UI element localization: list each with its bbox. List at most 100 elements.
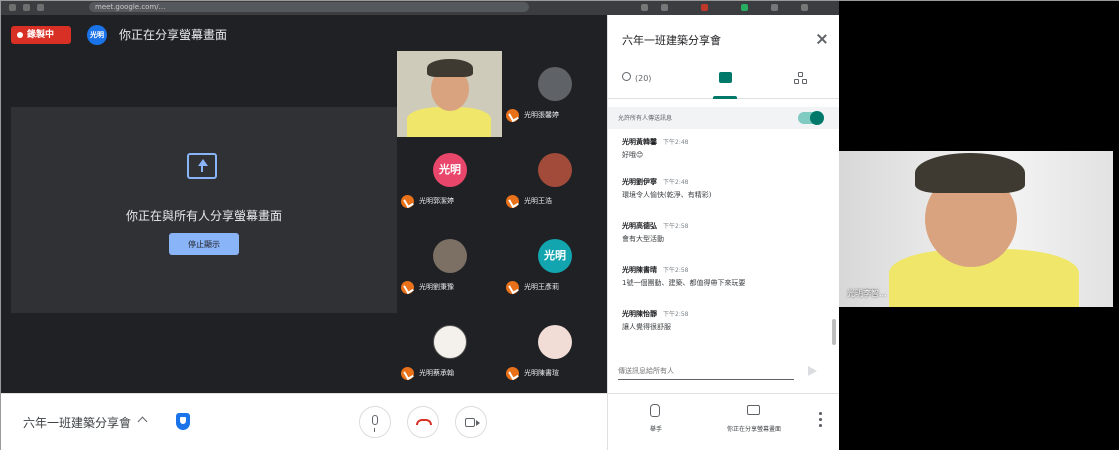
- active-tab-indicator: [713, 96, 737, 99]
- participant-avatar: [433, 325, 467, 359]
- forward-icon[interactable]: [23, 4, 30, 11]
- reload-icon[interactable]: [37, 4, 44, 11]
- chat-message: 光明劉伊寧 下午2:48 環境令人愉快(乾淨、有精彩): [622, 177, 822, 200]
- video-person: [915, 153, 1025, 193]
- raise-hand-button[interactable]: 舉手: [638, 404, 674, 444]
- side-panel-tabs: (20): [608, 63, 840, 99]
- menu-icon[interactable]: [801, 4, 808, 11]
- host-controls-shield-icon[interactable]: [176, 413, 190, 430]
- participant-name: 光明蔡承翰: [401, 365, 454, 381]
- camera-button[interactable]: [455, 406, 487, 438]
- message-sender: 光明高德弘: [622, 222, 657, 230]
- allow-messages-label: 允許所有人傳送訊息: [618, 115, 673, 122]
- tab-chat[interactable]: [685, 63, 762, 99]
- chat-icon: [719, 72, 732, 83]
- meeting-name[interactable]: 六年一班建築分享會: [23, 414, 131, 431]
- message-time: 下午2:58: [663, 267, 689, 274]
- chat-message-input[interactable]: [618, 362, 794, 380]
- mic-off-icon: [506, 367, 519, 380]
- participant-tile[interactable]: 光明 光明郭潔婷: [397, 137, 502, 223]
- address-bar[interactable]: meet.google.com/...: [89, 2, 529, 12]
- participant-avatar: 光明: [538, 239, 572, 273]
- participant-tile[interactable]: 光明張馨婷: [502, 51, 607, 137]
- more-options-icon[interactable]: [818, 412, 822, 428]
- chat-message: 光明陳書晴 下午2:58 1號一個團動、建築、都值得帶下來玩要: [622, 265, 822, 288]
- tab-people[interactable]: (20): [608, 63, 685, 99]
- mic-off-icon: [401, 195, 414, 208]
- message-time: 下午2:58: [663, 311, 689, 318]
- participant-name: 光明陳書瑄: [506, 365, 559, 381]
- present-screen-icon: [747, 405, 760, 415]
- camera-icon: [465, 418, 480, 427]
- chat-panel-title: 六年一班建築分享會: [622, 34, 721, 47]
- message-text: 讓人覺得很舒服: [622, 323, 671, 331]
- activities-icon: [794, 72, 808, 86]
- extension-icon[interactable]: [641, 4, 648, 11]
- extension-icon[interactable]: [741, 4, 748, 11]
- meet-stage: 錄製中 光明 你正在分享螢幕畫面 你正在與所有人分享螢幕畫面 停止顯示 光明張馨…: [1, 15, 607, 393]
- send-icon[interactable]: [808, 366, 817, 376]
- microphone-button[interactable]: [359, 406, 391, 438]
- participant-avatar: [538, 67, 572, 101]
- participant-avatar: [538, 153, 572, 187]
- present-now-button[interactable]: 你正在分享螢幕畫面: [704, 404, 804, 444]
- record-dot-icon: [17, 32, 23, 38]
- participant-grid: 光明張馨婷 光明 光明郭潔婷 光明王浩 光明劉秉豫 光明 光明王彥莉 光明蔡承翰…: [397, 51, 607, 393]
- message-sender: 光明陳書晴: [622, 266, 657, 274]
- participant-tile[interactable]: [397, 51, 502, 137]
- stop-presenting-button[interactable]: 停止顯示: [169, 233, 239, 255]
- participant-name: 光明王浩: [506, 193, 552, 209]
- people-icon: [622, 72, 631, 81]
- chat-message-list: 光明黃韓馨 下午2:48 好哦😊 光明劉伊寧 下午2:48 環境令人愉快(乾淨、有精…: [608, 133, 830, 355]
- participant-tile[interactable]: 光明王浩: [502, 137, 607, 223]
- meet-topbar: 錄製中 光明 你正在分享螢幕畫面: [1, 15, 607, 53]
- screen-share-panel: 你正在與所有人分享螢幕畫面 停止顯示: [11, 107, 397, 313]
- participant-avatar: [433, 239, 467, 273]
- presenting-message: 你正在分享螢幕畫面: [119, 28, 228, 42]
- self-view-video: 光明李智...: [839, 151, 1113, 307]
- chat-message: 光明黃韓馨 下午2:48 好哦😊: [622, 137, 822, 160]
- chat-footer: 舉手 你正在分享螢幕畫面: [608, 393, 840, 450]
- participant-video: [397, 51, 502, 137]
- self-view-name: 光明李智...: [847, 289, 887, 298]
- message-time: 下午2:48: [663, 139, 689, 146]
- leave-call-button[interactable]: [407, 406, 439, 438]
- participant-name: 光明王彥莉: [506, 279, 559, 295]
- back-icon[interactable]: [9, 4, 16, 11]
- message-sender: 光明陳怡靜: [622, 310, 657, 318]
- screenshot-root: meet.google.com/... 錄製中 光明 你正在分享螢幕畫面 你正在…: [0, 0, 1119, 450]
- chat-panel: 六年一班建築分享會 (20) 允許所有人傳送訊息 光明黃韓馨 下午2:48 好哦…: [607, 15, 840, 450]
- mic-off-icon: [506, 195, 519, 208]
- profile-icon[interactable]: [771, 4, 778, 11]
- present-screen-icon: [187, 153, 217, 179]
- microphone-icon: [372, 415, 378, 432]
- allow-messages-toggle[interactable]: [798, 111, 824, 125]
- video-person: [407, 107, 491, 137]
- message-time: 下午2:48: [663, 179, 689, 186]
- message-text: 會有大型活動: [622, 235, 664, 243]
- meeting-controls-bar: 六年一班建築分享會: [1, 393, 607, 450]
- mic-off-icon: [401, 281, 414, 294]
- raise-hand-icon: [650, 404, 660, 417]
- participant-name: 光明張馨婷: [506, 107, 559, 123]
- recording-badge: 錄製中: [11, 26, 71, 44]
- extension-icon[interactable]: [661, 4, 668, 11]
- chat-message: 光明高德弘 下午2:58 會有大型活動: [622, 221, 822, 244]
- present-now-label: 你正在分享螢幕畫面: [726, 426, 781, 433]
- chat-scrollbar[interactable]: [832, 319, 836, 345]
- allow-messages-row: 允許所有人傳送訊息: [608, 107, 840, 129]
- mic-off-icon: [506, 281, 519, 294]
- participant-tile[interactable]: 光明蔡承翰: [397, 309, 502, 395]
- recording-label: 錄製中: [27, 30, 55, 40]
- participant-name: 光明劉秉豫: [401, 279, 454, 295]
- people-count: (20): [635, 74, 652, 83]
- close-icon[interactable]: [816, 33, 828, 45]
- participant-tile[interactable]: 光明陳書瑄: [502, 309, 607, 395]
- tab-activities[interactable]: [762, 63, 839, 99]
- message-text: 1號一個團動、建築、都值得帶下來玩要: [622, 279, 746, 287]
- extension-icon[interactable]: [701, 4, 708, 11]
- chevron-up-icon[interactable]: [137, 416, 148, 427]
- participant-tile[interactable]: 光明 光明王彥莉: [502, 223, 607, 309]
- participant-tile[interactable]: 光明劉秉豫: [397, 223, 502, 309]
- message-sender: 光明黃韓馨: [622, 138, 657, 146]
